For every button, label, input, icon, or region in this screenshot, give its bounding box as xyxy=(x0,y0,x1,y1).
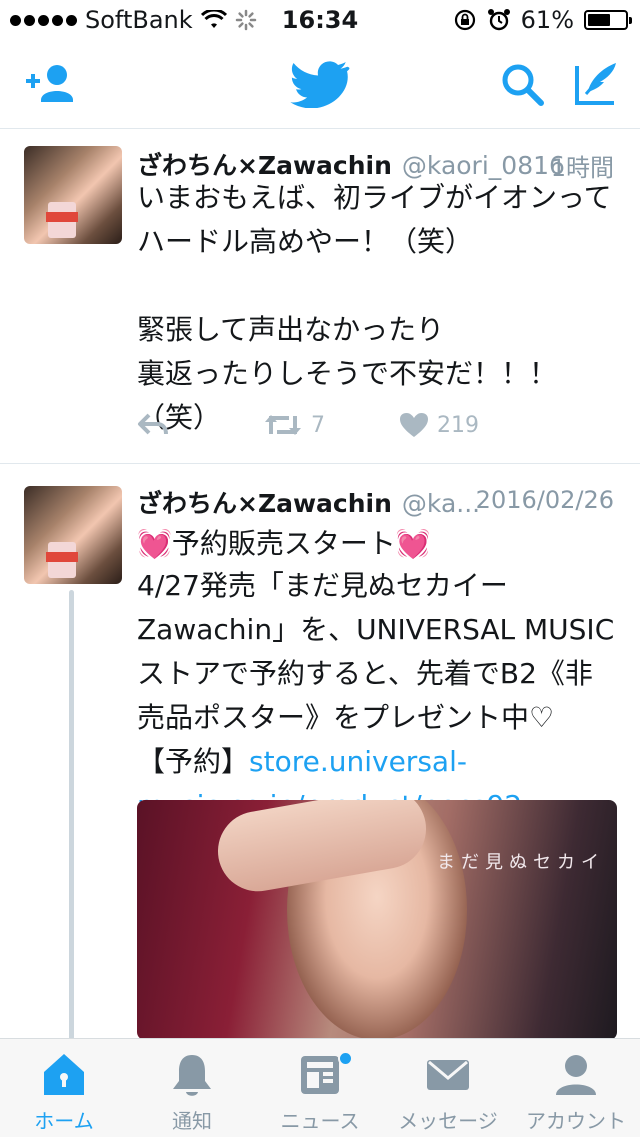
home-icon xyxy=(44,1054,84,1095)
rotation-lock-icon xyxy=(454,9,475,31)
tab-label: ホーム xyxy=(34,1109,94,1133)
tab-messages[interactable]: メッセージ xyxy=(384,1039,512,1137)
like-count: 219 xyxy=(437,412,479,438)
tweet-first-line: 💓予約販売スタート💓 xyxy=(137,522,627,566)
tweet-link-line: 【予約】store.universal- xyxy=(137,740,627,784)
compose-icon[interactable] xyxy=(574,60,620,106)
user-handle[interactable]: @ka... xyxy=(402,489,480,518)
tweet-link[interactable]: store.universal- xyxy=(249,745,467,778)
battery-percent: 61% xyxy=(520,6,574,34)
tab-label: メッセージ xyxy=(398,1109,498,1133)
tweet-header: ざわちん×Zawachin @ka... xyxy=(137,484,480,520)
envelope-icon xyxy=(427,1060,469,1090)
avatar-cup-label-shape xyxy=(46,212,78,222)
user-name[interactable]: ざわちん×Zawachin xyxy=(137,489,392,518)
tab-label: 通知 xyxy=(172,1109,212,1133)
reply-icon[interactable] xyxy=(137,412,169,438)
tweet-actions: 7 219 xyxy=(137,412,479,438)
search-icon[interactable] xyxy=(500,62,546,108)
retweet-group[interactable]: 7 xyxy=(263,412,325,438)
tweet-text: 4/27発売「まだ見ぬセカイー Zawachin」を、UNIVERSAL MUS… xyxy=(137,569,615,734)
avatar[interactable] xyxy=(24,486,122,584)
heart-icon[interactable] xyxy=(399,412,429,438)
tab-label: アカウント xyxy=(526,1109,626,1133)
retweet-count: 7 xyxy=(311,412,325,438)
tweet-text: いまおもえば、初ライブがイオンって ハードル高めやー！（笑） 緊張して声出なかっ… xyxy=(137,181,612,434)
avatar[interactable] xyxy=(24,146,122,244)
news-badge-dot xyxy=(338,1051,353,1066)
battery-icon xyxy=(584,10,632,30)
like-group[interactable]: 219 xyxy=(399,412,479,438)
heart-emoji: 💓 xyxy=(137,527,172,560)
tab-label: ニュース xyxy=(280,1109,360,1133)
tab-news[interactable]: ニュース xyxy=(256,1039,384,1137)
status-right: 61% xyxy=(453,6,632,34)
tab-account[interactable]: アカウント xyxy=(512,1039,640,1137)
status-bar: SoftBank 16:34 61% xyxy=(0,0,640,40)
avatar-cup-label-shape xyxy=(46,552,78,562)
tweet-line1-text: 予約販売スタート xyxy=(171,527,396,560)
tab-home[interactable]: ホーム xyxy=(0,1039,128,1137)
tweet-timestamp: 2016/02/26 xyxy=(475,486,614,514)
tab-notifications[interactable]: 通知 xyxy=(128,1039,256,1137)
tweet-media-image[interactable]: まだ見ぬセカイ xyxy=(137,800,617,1040)
retweet-icon[interactable] xyxy=(263,412,303,438)
bottom-tab-bar: ホーム 通知 ニュース メッセージ アカウント xyxy=(0,1038,640,1137)
news-icon xyxy=(301,1056,339,1094)
heart-emoji: 💓 xyxy=(395,527,431,560)
media-caption: まだ見ぬセカイ xyxy=(437,852,605,873)
tweet[interactable]: ざわちん×Zawachin @kaori_0816 1時間 いまおもえば、初ライブ… xyxy=(0,128,640,464)
top-nav-bar xyxy=(0,40,640,129)
thread-line xyxy=(69,590,74,1040)
link-prefix: 【予約】 xyxy=(137,745,250,778)
alarm-icon xyxy=(487,9,510,31)
person-icon xyxy=(556,1055,596,1095)
twitter-bird-icon[interactable] xyxy=(290,58,350,108)
add-user-icon[interactable] xyxy=(24,62,78,106)
bell-icon xyxy=(173,1055,211,1096)
